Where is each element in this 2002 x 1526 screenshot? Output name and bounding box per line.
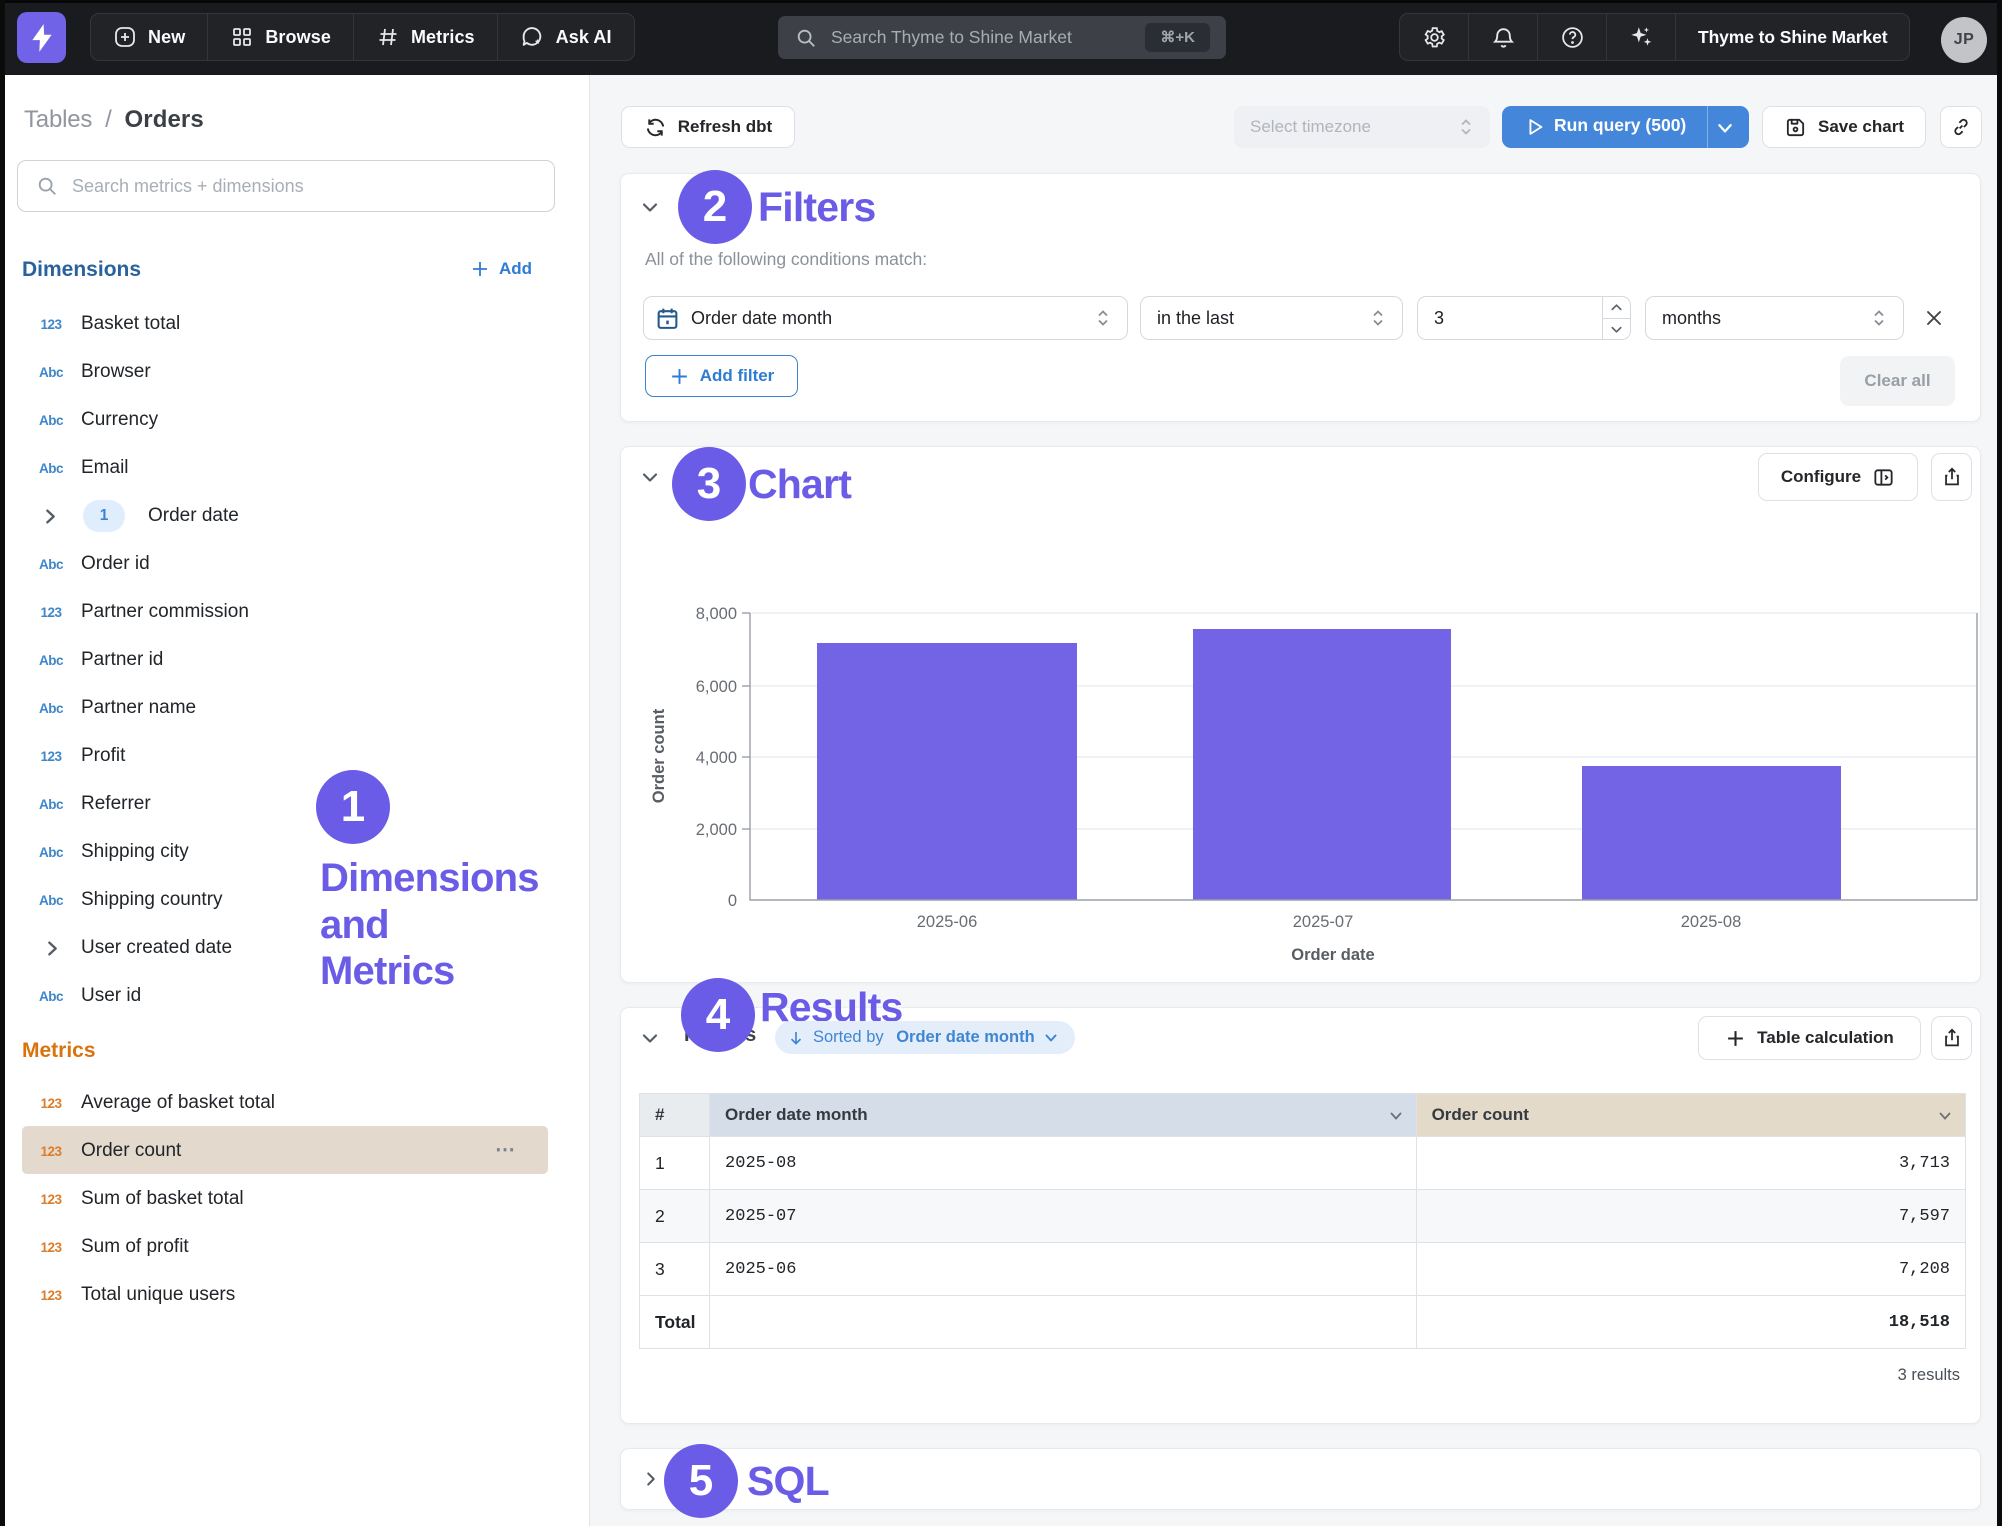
svg-text:2025-07: 2025-07 — [1293, 913, 1354, 931]
svg-text:Order count: Order count — [650, 708, 668, 803]
svg-text:2,000: 2,000 — [696, 821, 737, 839]
svg-text:8,000: 8,000 — [696, 605, 737, 623]
svg-text:4,000: 4,000 — [696, 749, 737, 767]
svg-text:2025-06: 2025-06 — [917, 913, 978, 931]
svg-text:6,000: 6,000 — [696, 678, 737, 696]
svg-text:Order date: Order date — [1291, 946, 1374, 964]
svg-text:2025-08: 2025-08 — [1681, 913, 1742, 931]
svg-text:0: 0 — [728, 892, 737, 910]
